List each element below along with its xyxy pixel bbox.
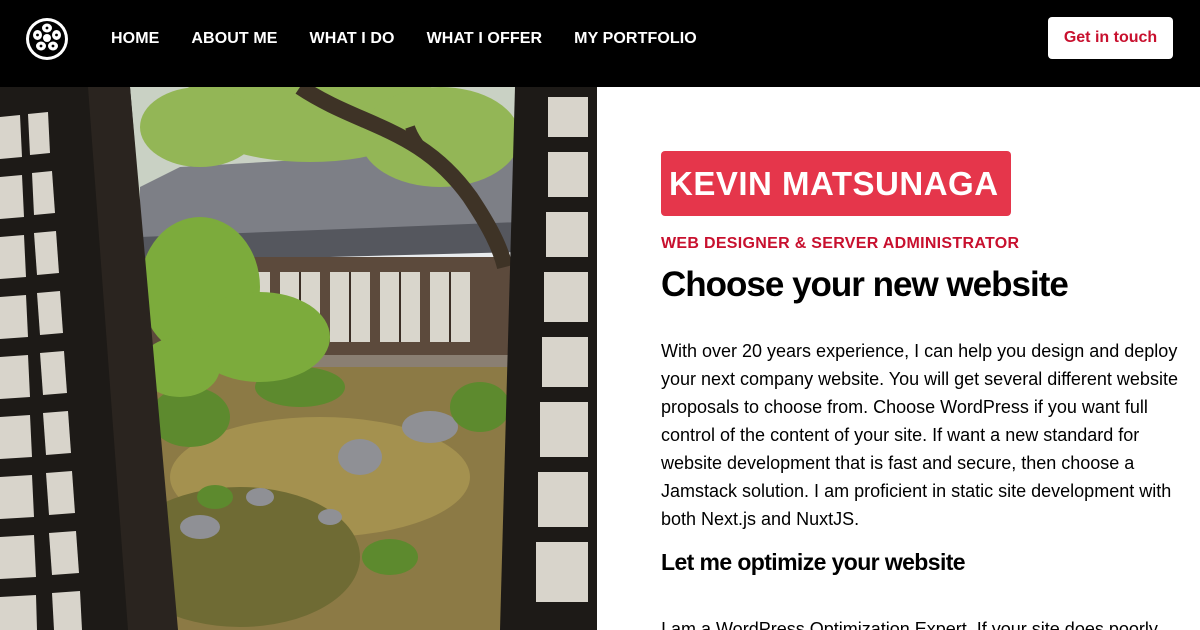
get-in-touch-button[interactable]: Get in touch (1048, 17, 1173, 59)
japanese-garden-photo (0, 87, 597, 630)
intro-paragraph: With over 20 years experience, I can hel… (661, 341, 1178, 529)
page-title: Choose your new website (661, 265, 1069, 304)
optimization-paragraph: I am a WordPress Optimization Expert. If… (661, 619, 1158, 630)
nav-what-i-do[interactable]: WHAT I DO (310, 30, 395, 48)
top-navigation-bar: HOME ABOUT ME WHAT I DO WHAT I OFFER MY … (0, 0, 1200, 87)
name-badge: KEVIN MATSUNAGA (661, 151, 1011, 216)
family-crest-icon[interactable] (25, 17, 69, 61)
job-title: WEB DESIGNER & SERVER ADMINISTRATOR (661, 235, 1020, 252)
nav-about-me[interactable]: ABOUT ME (191, 30, 277, 48)
nav-my-portfolio[interactable]: MY PORTFOLIO (574, 30, 697, 48)
section-title: Let me optimize your website (661, 549, 966, 575)
nav-home[interactable]: HOME (111, 30, 159, 48)
main-nav: HOME ABOUT ME WHAT I DO WHAT I OFFER MY … (111, 0, 729, 77)
nav-what-i-offer[interactable]: WHAT I OFFER (427, 30, 543, 48)
